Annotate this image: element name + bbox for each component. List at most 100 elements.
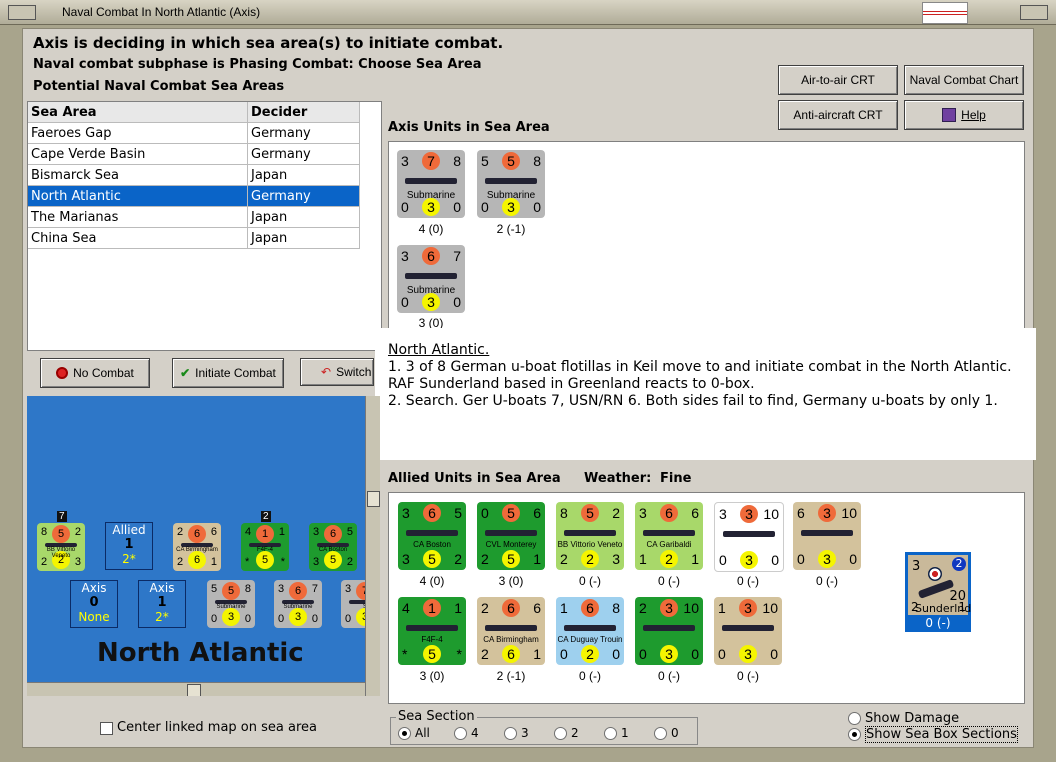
center-map-checkbox[interactable] [100,722,113,735]
counter-defense: 2 [581,645,599,663]
unit-counter[interactable]: 4 1 1 * 5 * F4F-4 2 [241,511,289,571]
unit-counter[interactable]: 2 6 6 2 6 1 CA Birmingham [173,523,221,571]
row-decider: Japan [248,207,360,228]
axis-unit-counter[interactable]: 5 5 8 Submarine 0 3 0 [477,150,545,218]
initiate-combat-button[interactable]: ✔ Initiate Combat [172,358,284,388]
no-combat-button[interactable]: No Combat [40,358,150,388]
sea-section-option-0[interactable]: 0 [654,726,694,740]
naval-combat-chart-button[interactable]: Naval Combat Chart [904,65,1024,95]
counter-value: 3 [402,551,410,567]
unit-counter[interactable]: 3 6 5 3 5 2 CA Boston [309,523,357,571]
horizontal-scrollbar[interactable] [27,682,365,696]
row-sea-area: China Sea [28,228,248,249]
unit-caption: 0 (-) [816,574,838,588]
sea-area-map[interactable]: North Atlantic Allied 1 2* Axis 0 None A… [27,396,365,696]
axis-box[interactable]: Axis 1 2* [138,580,186,628]
axis-unit-counter[interactable]: 3 7 8 Submarine 0 3 0 [397,150,465,218]
no-combat-label: No Combat [73,366,134,380]
table-row[interactable]: Cape Verde Basin Germany [28,144,381,165]
unit-counter[interactable]: 3703S [341,580,365,628]
counter-value: 0 [401,294,409,310]
show-sea-box-sections-option[interactable]: Show Sea Box Sections [848,726,1018,743]
vertical-scrollbar[interactable] [365,396,380,696]
counter-value: 3 [278,583,285,595]
column-header-decider[interactable]: Decider [248,102,360,123]
option-label: 0 [671,726,679,740]
window-control-button[interactable] [1020,5,1048,20]
counter-value: 0 [244,613,251,625]
counter-value: 0 [401,199,409,215]
sea-section-option-2[interactable]: 2 [554,726,604,740]
counter-value: 8 [533,153,541,169]
axis-box[interactable]: Axis 0 None [70,580,118,628]
axis-units-title: Axis Units in Sea Area [388,120,550,135]
counter-name: BB Vittorio Veneto [46,547,76,559]
counter-value: 1 [639,551,647,567]
row-sea-area: Faeroes Gap [28,123,248,144]
counter-value: 1 [278,526,285,538]
weather-value: Fine [660,471,692,486]
table-row-selected[interactable]: North Atlantic Germany [28,186,381,207]
unit-counter[interactable]: 8 5 2 2 2 3 BB Vittorio Veneto [556,502,624,570]
counter-value: * [280,556,285,568]
unit-counter[interactable]: 3 6 5 3 5 2 CA Boston [398,502,466,570]
allied-box[interactable]: Allied 1 2* [105,522,153,570]
scrollbar-thumb[interactable] [187,684,201,696]
column-header-sea-area[interactable]: Sea Area [28,102,248,123]
sea-section-option-1[interactable]: 1 [604,726,654,740]
counter-value: 3 [313,526,320,538]
table-header: Sea Area Decider [28,102,381,123]
counter-defense: 3 [740,551,758,569]
unit-counter[interactable]: 4 1 1 * 5 * F4F-4 [398,597,466,665]
unit-counter[interactable]: 2 6 6 2 6 1 CA Birmingham [477,597,545,665]
sea-section-option-all[interactable]: All [398,726,454,740]
sunderland-counter[interactable]: 3 2 20 2 1 Sunderlnd 0 (-) [905,552,971,632]
weather-label: Weather: [584,471,652,486]
sea-section-options: All 4 3 2 1 0 [398,726,694,740]
counter-value: 7 [311,583,318,595]
german-flag-icon [922,2,968,24]
unit-caption: 0 (-) [737,669,759,683]
submarine-icon [485,178,537,184]
help-button[interactable]: Help [904,100,1024,130]
counter-value: 7 [453,248,461,264]
counter-value: 0 [311,613,318,625]
counter-defense: 6 [502,645,520,663]
sea-section-option-3[interactable]: 3 [504,726,554,740]
counter-defense: 3 [289,608,307,626]
unit-counter[interactable]: 8 5 2 2 2 3 BB Vittorio Veneto 7 [37,511,85,571]
table-row[interactable]: Faeroes Gap Germany [28,123,381,144]
unit-counter[interactable]: 6 3 10 0 3 0 [793,502,861,570]
sea-section-option-4[interactable]: 4 [454,726,504,740]
stack-count-badge: 2 [261,511,271,522]
table-row[interactable]: China Sea Japan [28,228,381,249]
show-damage-option[interactable]: Show Damage [848,711,959,726]
counter-value: 5 [454,505,462,521]
unit-counter[interactable]: 0 5 6 2 5 1 CVL Monterey [477,502,545,570]
axis-unit-counter[interactable]: 3 6 7 Submarine 0 3 0 [397,245,465,313]
counter-value: 1 [454,600,462,616]
unit-counter[interactable]: 3 6 7 0 3 0 Submarine [274,580,322,628]
table-row[interactable]: The Marianas Japan [28,207,381,228]
counter-value: 1 [210,556,217,568]
counter-name: CA Duguay Trouin [557,635,623,644]
counter-value: 2 [560,551,568,567]
switch-button[interactable]: ↶ Switch [300,358,374,386]
unit-counter[interactable]: 1 6 8 0 2 0 CA Duguay Trouin [556,597,624,665]
unit-counter[interactable]: 2 3 10 0 3 0 [635,597,703,665]
unit-caption: 0 (-) [658,669,680,683]
unit-caption: 0 (-) [579,574,601,588]
counter-value: 1 [560,600,568,616]
unit-counter[interactable]: 1 3 10 0 3 0 [714,597,782,665]
scrollbar-thumb[interactable] [367,491,380,507]
air-to-air-crt-button[interactable]: Air-to-air CRT [778,65,898,95]
anti-aircraft-crt-button[interactable]: Anti-aircraft CRT [778,100,898,130]
option-label: All [415,726,430,740]
counter-attack: 6 [502,599,520,617]
unit-counter[interactable]: 3 3 10 0 3 0 [714,502,784,572]
system-menu-button[interactable] [8,5,36,20]
table-row[interactable]: Bismarck Sea Japan [28,165,381,186]
counter-value: 3 [402,505,410,521]
unit-counter[interactable]: 3 6 6 1 2 1 CA Garibaldi [635,502,703,570]
unit-counter[interactable]: 5 5 8 0 3 0 Submarine [207,580,255,628]
